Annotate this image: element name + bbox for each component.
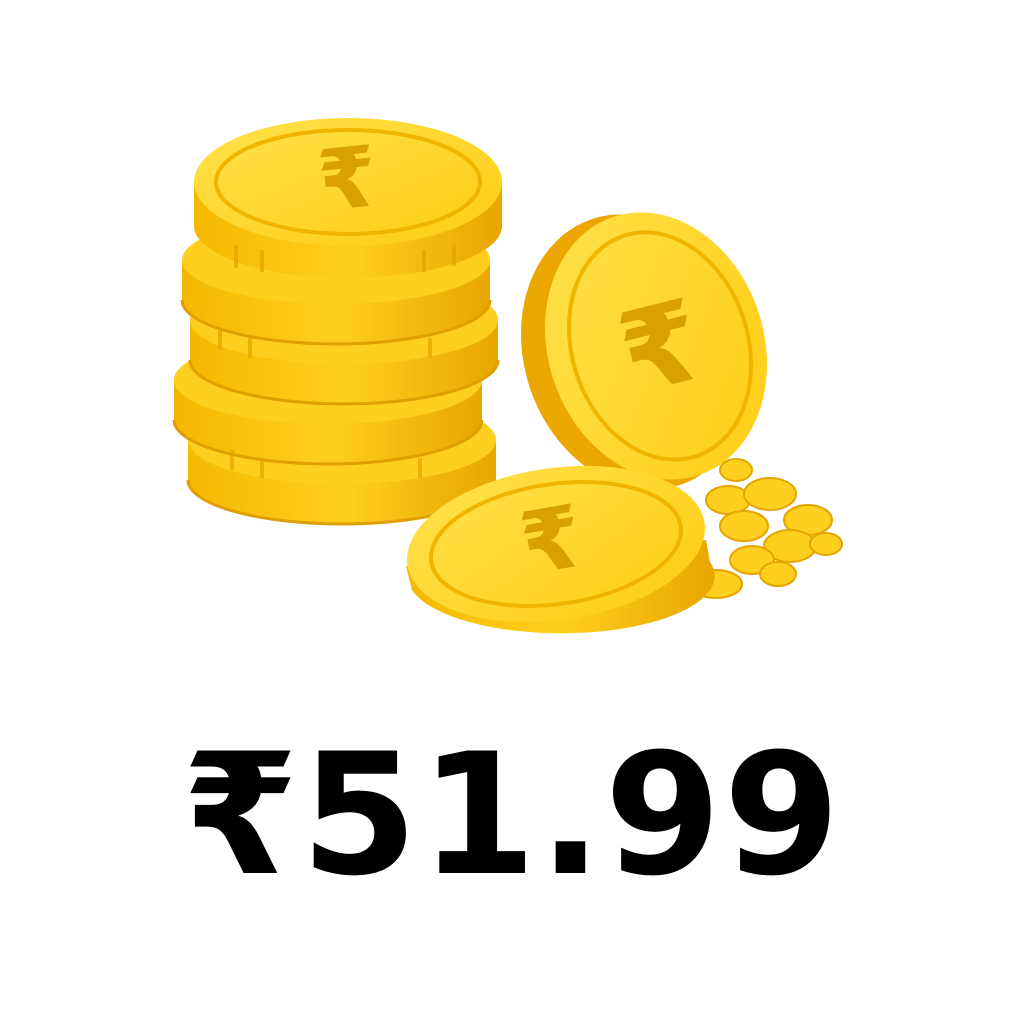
price-amount: ₹51.99 [181,717,843,913]
price-card: ₹ ₹ ₹ ₹51.99 [0,0,1024,1024]
rupee-symbol: ₹ [313,127,381,231]
coin-stack: ₹ [172,118,502,526]
price-display: ₹51.99 [0,715,1024,915]
rupee-coins-stack-icon: ₹ ₹ ₹ [172,118,843,634]
upright-coin: ₹ [521,212,767,490]
